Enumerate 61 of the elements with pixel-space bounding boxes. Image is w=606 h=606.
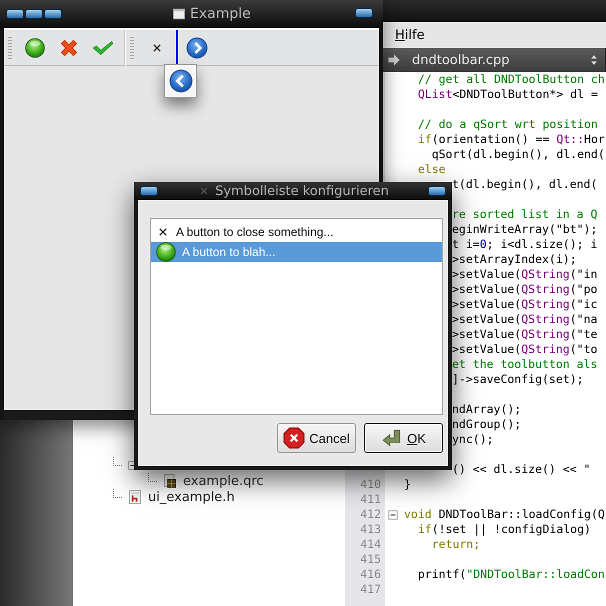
ok-button[interactable]: OK: [364, 423, 443, 453]
code-line: return;: [430, 537, 480, 552]
cancel-button[interactable]: Cancel: [277, 423, 356, 453]
code-line: () << dl.size() << ": [452, 462, 590, 477]
arrow-icon[interactable]: [386, 52, 402, 68]
code-line: t(dl.begin(), dl.end(: [452, 177, 598, 192]
line-number: 412: [360, 507, 381, 521]
code-line: ync();: [452, 432, 494, 447]
code-line: }: [404, 477, 411, 492]
code-line: >setArrayIndex(i);: [452, 252, 577, 267]
code-line: printf("DNDToolBar::loadCon: [416, 567, 605, 582]
line-number: 416: [360, 567, 381, 581]
code-line: et the toolbutton als: [452, 357, 598, 372]
code-line: re sorted list in a Q: [452, 207, 598, 222]
list-item[interactable]: A button to close something...: [151, 222, 442, 242]
code-line: eginWriteArray("bt");: [452, 222, 598, 237]
line-number: 417: [360, 582, 381, 596]
tree-item[interactable]: ui_example.h: [148, 490, 235, 504]
resource-file-icon: [162, 473, 178, 489]
stop-icon: [283, 427, 306, 449]
code-line: >setValue(QString("na: [452, 312, 598, 327]
code-line: >setValue(QString("in: [452, 267, 598, 282]
window-button[interactable]: [355, 8, 373, 18]
code-line: >setValue(QString("to: [452, 342, 598, 357]
toolbar-handle[interactable]: [130, 36, 134, 58]
code-line: ndArray();: [452, 402, 522, 417]
collapse-icon[interactable]: [387, 508, 399, 520]
code-line: else: [416, 162, 446, 177]
window-button[interactable]: [140, 186, 158, 196]
line-number: 411: [360, 492, 381, 506]
window-button[interactable]: [25, 9, 43, 19]
line-number: 415: [360, 552, 381, 566]
drop-indicator: [176, 30, 178, 66]
code-line: t i=0; i<dl.size(); i: [452, 237, 598, 252]
line-number: 410: [360, 477, 381, 491]
code-line: >setValue(QString("te: [452, 327, 598, 342]
window-icon: [172, 7, 186, 21]
line-number: 413: [360, 522, 381, 536]
code-line: >setValue(QString("po: [452, 282, 598, 297]
window-title: Example: [190, 6, 251, 22]
code-line: // get all DNDToolButton ch: [416, 72, 605, 87]
code-line: void DNDToolBar::loadConfig(Q: [404, 507, 605, 522]
window-button[interactable]: [428, 186, 446, 196]
ball-icon[interactable]: [24, 36, 46, 58]
dialog-title: Symbolleiste konfigurieren: [215, 184, 389, 198]
window-button[interactable]: [6, 9, 24, 19]
code-line: >setValue(QString("ic: [452, 297, 598, 312]
code-line: ndGroup();: [452, 417, 522, 432]
code-line: // do a qSort wrt position: [416, 117, 598, 132]
code-line: ]->saveConfig(set);: [452, 372, 584, 387]
menu-item[interactable]: Hilfe: [395, 28, 425, 42]
header-file-icon: [127, 489, 143, 505]
toolbar-handle[interactable]: [8, 36, 12, 58]
line-number: 414: [360, 537, 381, 551]
code-line: QList<DNDToolButton*> dl =: [416, 87, 599, 102]
code-line: qSort(dl.begin(), dl.end(: [430, 147, 605, 162]
code-line: if(!set || !configDialog): [416, 522, 591, 537]
ball-icon: [155, 241, 177, 263]
code-line: if(orientation() == Qt::Hor: [416, 132, 605, 147]
tree-item[interactable]: example.qrc: [183, 474, 264, 488]
window-button[interactable]: [44, 9, 62, 19]
